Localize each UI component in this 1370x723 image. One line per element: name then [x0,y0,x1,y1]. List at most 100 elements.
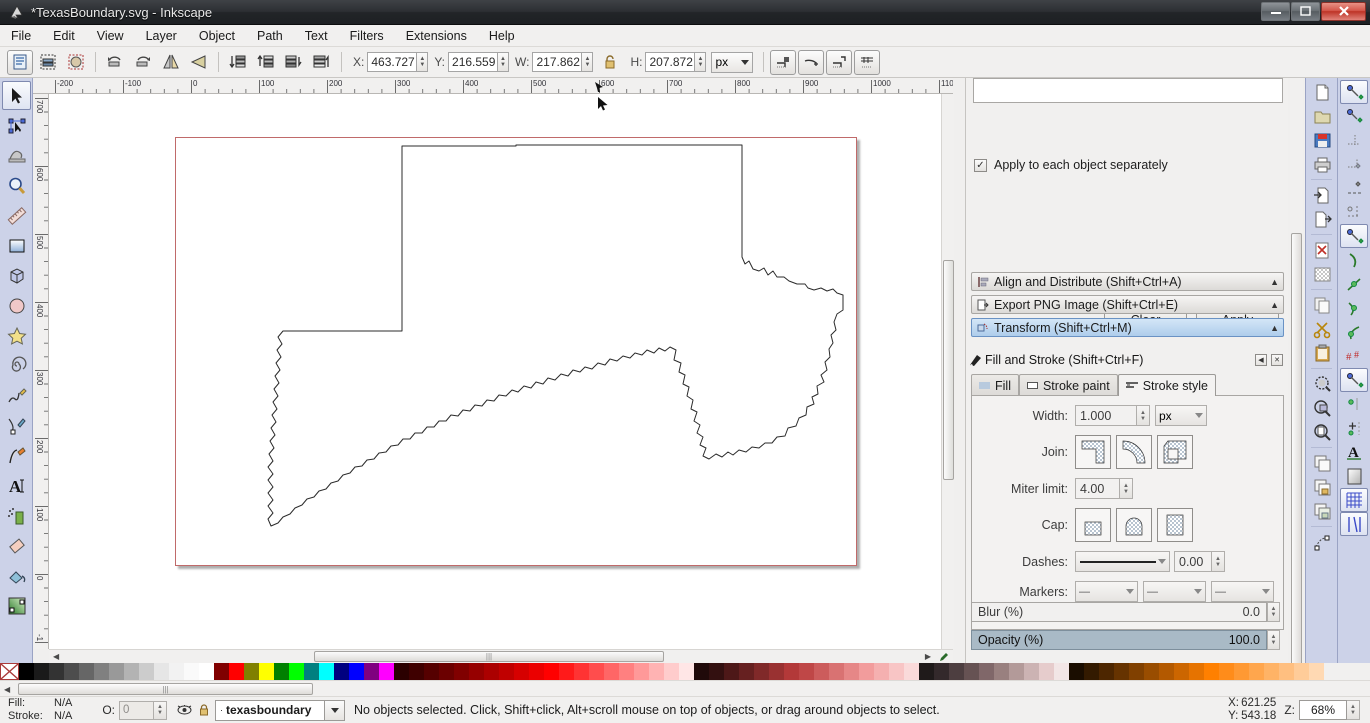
palette-swatch[interactable] [274,663,289,680]
snap-grid-icon[interactable] [854,49,881,75]
palette-swatch[interactable] [559,663,574,680]
palette-swatch[interactable] [889,663,904,680]
palette-swatch[interactable] [769,663,784,680]
palette-swatch[interactable] [319,663,334,680]
collapser-export-png-image[interactable]: Export PNG Image (Shift+Ctrl+E) ▲ [971,295,1284,314]
menu-layer[interactable]: Layer [135,27,188,45]
palette-swatch[interactable] [484,663,499,680]
visibility-eye-icon[interactable] [177,704,192,716]
flip-vertical-icon[interactable] [186,50,212,75]
height-field-spinner[interactable]: ▲ ▼ [695,52,707,72]
palette-swatch[interactable] [724,663,739,680]
palette-swatch[interactable] [349,663,364,680]
rotate-90-ccw-icon[interactable] [102,50,128,75]
object-clone-icon[interactable] [63,50,89,75]
dock-undock-button[interactable]: ◀ [1255,354,1267,366]
palette-swatch[interactable] [334,663,349,680]
zoom-field[interactable]: 68% [1299,700,1347,720]
bevel-join-icon[interactable] [1157,435,1193,469]
zoom-drawing-icon[interactable] [1308,396,1336,420]
palette-swatch[interactable] [124,663,139,680]
fill-stroke-indicator[interactable]: Fill: N/A Stroke: N/A [8,697,72,723]
units-dropdown[interactable]: px [711,51,754,73]
palette-swatch[interactable] [649,663,664,680]
palette-swatch[interactable] [604,663,619,680]
collapser-transform[interactable]: Transform (Shift+Ctrl+M) ▲ [971,318,1284,337]
palette-swatch[interactable] [994,663,1009,680]
snap-bbox-edge-midpoint[interactable] [1340,176,1368,200]
palette-swatch[interactable] [214,663,229,680]
dash-offset-field[interactable]: 0.00 [1174,551,1212,572]
palette-swatch[interactable] [439,663,454,680]
tab-fill[interactable]: Fill [971,374,1019,396]
texas-boundary-drawing[interactable] [176,138,856,565]
star-tool[interactable] [2,321,31,350]
lower-icon[interactable] [281,50,307,75]
menu-edit[interactable]: Edit [42,27,86,45]
zoom-page-icon[interactable] [1308,420,1336,444]
menu-help[interactable]: Help [478,27,526,45]
palette-swatch[interactable] [259,663,274,680]
box3d-tool[interactable] [2,261,31,290]
palette-swatch[interactable] [589,663,604,680]
snap-enable-global[interactable] [1340,80,1368,104]
ellipse-tool[interactable] [2,291,31,320]
palette-swatch[interactable] [1129,663,1144,680]
palette-scrollbar[interactable]: ◀ ||| [0,680,1370,696]
height-field[interactable]: 207.872 [645,52,696,72]
opacity-field-spinner[interactable]: ▲ ▼ [154,700,168,720]
x-field-spinner[interactable]: ▲ ▼ [417,52,429,72]
palette-swatch[interactable] [679,663,694,680]
node-tool[interactable] [2,111,31,140]
miter-limit-field[interactable]: 4.00 [1075,478,1120,499]
palette-swatch[interactable] [1144,663,1159,680]
palette-scroll-left-icon[interactable]: ◀ [4,685,10,694]
vertical-ruler[interactable]: 700 600 500 400 300 200 100 0 -1 [33,94,49,649]
tab-stroke-style[interactable]: Stroke style [1117,374,1216,396]
blur-spinner[interactable]: ▲ ▼ [1267,602,1280,622]
zoom-spinner[interactable]: ▲ ▼ [1347,700,1360,720]
horizontal-ruler[interactable]: -200 -100 0 100 200 300 400 500 600 700 … [33,78,953,94]
y-field[interactable]: 216.559 [448,52,499,72]
close-button[interactable] [1321,1,1366,21]
rectangle-tool[interactable] [2,231,31,260]
rotate-90-cw-icon[interactable] [130,50,156,75]
palette-swatch[interactable] [409,663,424,680]
cut-scissors-icon[interactable] [1308,317,1336,341]
palette-swatch[interactable] [139,663,154,680]
spray-can-icon[interactable] [2,501,31,530]
palette-swatch[interactable] [49,663,64,680]
snap-nodes[interactable] [1340,224,1368,248]
palette-swatch[interactable] [154,663,169,680]
palette-swatch[interactable] [949,663,964,680]
palette-swatch[interactable] [1084,663,1099,680]
canvas-hscroll-thumb[interactable]: ||| [314,651,664,662]
undo-history-icon[interactable] [1308,238,1336,262]
group-lock-icon[interactable] [1308,475,1336,499]
layer-lock-icon[interactable] [198,703,210,717]
palette-swatch[interactable] [109,663,124,680]
palette-swatch[interactable] [244,663,259,680]
group-icon[interactable] [1308,451,1336,475]
menu-filters[interactable]: Filters [339,27,395,45]
marker-start-dropdown[interactable]: — [1075,581,1138,602]
objects-list-icon[interactable] [35,50,61,75]
snap-node-icon[interactable] [798,49,825,75]
menu-view[interactable]: View [86,27,135,45]
pencil-tool[interactable] [2,381,31,410]
eraser-icon[interactable] [2,531,31,560]
palette-swatch[interactable] [664,663,679,680]
opacity-spinner[interactable]: ▲ ▼ [1267,630,1280,650]
palette-swatch[interactable] [1069,663,1084,680]
palette-swatch[interactable] [619,663,634,680]
close-dialog-button[interactable]: ✕ [1271,354,1283,366]
palette-swatch[interactable] [289,663,304,680]
cleanup-icon[interactable] [1308,262,1336,286]
palette-swatch[interactable] [1189,663,1204,680]
export-icon[interactable] [1308,207,1336,231]
palette-swatch[interactable] [169,663,184,680]
palette-swatch[interactable] [199,663,214,680]
zoom-selection-icon[interactable] [1308,372,1336,396]
snap-guides[interactable] [1340,512,1368,536]
ungroup-icon[interactable] [1308,499,1336,523]
